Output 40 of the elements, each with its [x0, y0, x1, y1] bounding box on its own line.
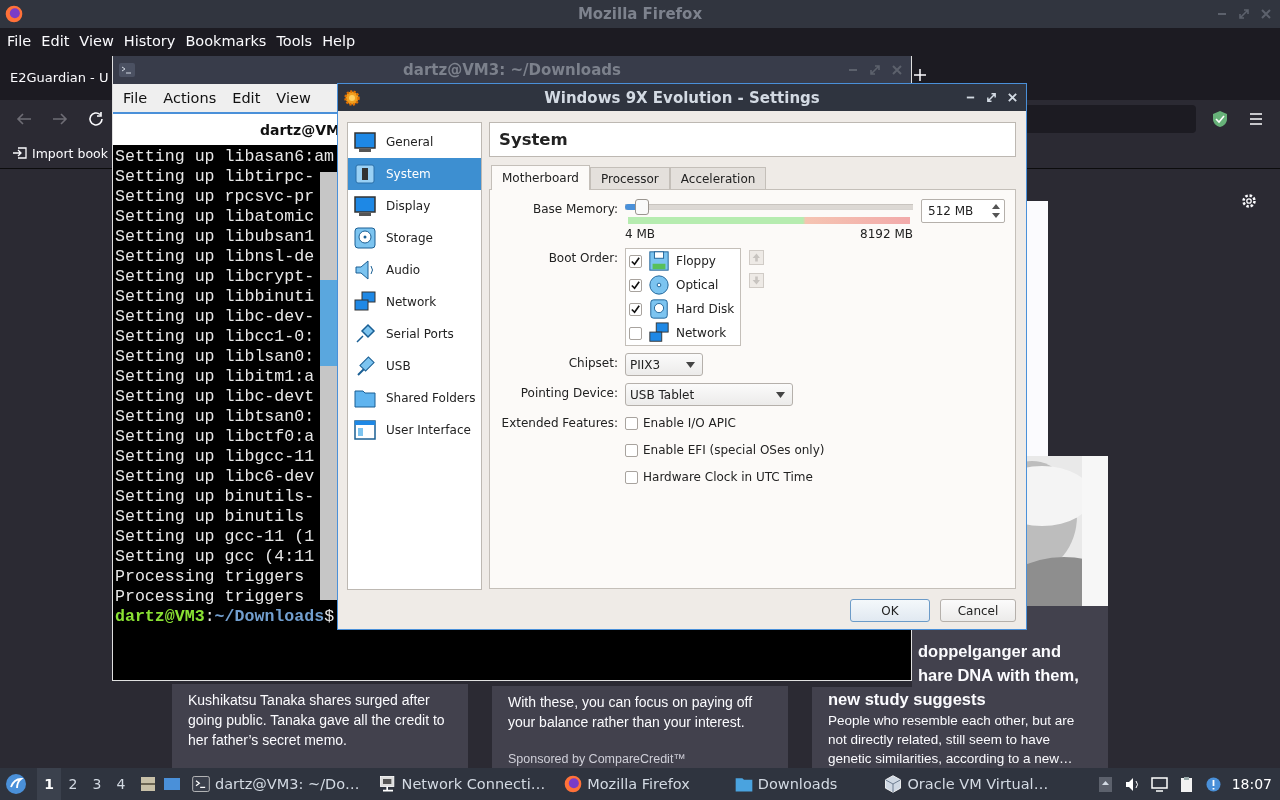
terminal-line: Setting up libnsl-de — [115, 247, 315, 267]
window-title: dartz@VM3: ~/Downloads — [403, 61, 621, 79]
terminal-line: Setting up libcrypt- — [115, 267, 315, 287]
terminal-line: Setting up libatomic — [115, 207, 315, 227]
terminal-line: Setting up libubsan1 — [115, 227, 315, 247]
terminal-line: Setting up libtsan0: — [115, 407, 315, 427]
terminal-line: Setting up binutils — [115, 507, 305, 527]
window-title: Mozilla Firefox — [577, 5, 703, 23]
clock: 18:07 — [1231, 776, 1272, 792]
page-heading: System — [489, 122, 1016, 157]
window-title: Windows 9X Evolution - Settings — [544, 88, 820, 107]
terminal-line: Setting up gcc (4:11 — [115, 547, 315, 567]
terminal-line: Processing triggers — [115, 567, 305, 587]
news-summary: With these, you can focus on paying off your balance rather than your interest. — [507, 693, 754, 732]
terminal-line: Setting up libctf0:a — [115, 427, 315, 447]
terminal-line: Setting up binutils- — [115, 487, 315, 507]
terminal-line: Setting up libc-dev- — [115, 307, 315, 327]
terminal-line: Setting up gcc-11 (1 — [115, 527, 315, 547]
field-label: Pointing Device: — [519, 385, 618, 400]
terminal-line: Setting up libtirpc- — [115, 167, 315, 187]
terminal-line: Setting up libgcc-11 — [115, 447, 315, 467]
terminal-line: Setting up libbinuti — [115, 287, 315, 307]
terminal-line: Setting up libitm1:a — [115, 367, 315, 387]
field-label: Extended Features: — [500, 415, 618, 430]
terminal-line: Setting up liblsan0: — [115, 347, 315, 367]
terminal-line: Setting up rpcsvc-pr — [115, 187, 315, 207]
terminal-line: Setting up libc-devt — [115, 387, 315, 407]
max-label: 8192 MB — [860, 227, 913, 241]
min-label: 4 MB — [625, 227, 656, 241]
field-label: Boot Order: — [547, 250, 618, 265]
sponsor-label: Sponsored by CompareCredit™ — [507, 751, 687, 768]
news-summary: Kushikatsu Tanaka shares surged after going public. Tanaka gave all the credit to her father’s secret memo. — [187, 691, 446, 750]
terminal-line: Setting up libc6-dev — [115, 467, 315, 487]
field-label: Base Memory: — [532, 201, 618, 216]
terminal-line: Setting up libcc1-0: — [115, 327, 315, 347]
terminal-line: Processing triggers — [115, 587, 305, 607]
news-summary: People who resemble each other, but are not directly related, still seem to have genetic similarities, according to a new… — [827, 712, 1076, 768]
terminal-line: Setting up libasan6:am — [115, 147, 335, 167]
field-label: Chipset: — [567, 355, 618, 370]
shell-prompt: dartz@VM3:~/Downloads$ — [115, 607, 335, 627]
